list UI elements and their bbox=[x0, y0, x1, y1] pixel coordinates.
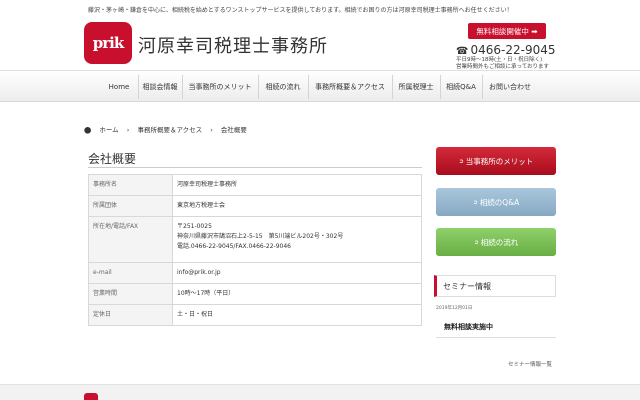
divider bbox=[436, 337, 556, 338]
nav-item-qa[interactable]: 相続Q&A bbox=[440, 71, 482, 103]
seminar-list-link[interactable]: セミナー情報一覧 bbox=[508, 360, 552, 368]
row-label: 定休日 bbox=[88, 304, 173, 326]
table-row: 所在地/電話/FAX 〒251-0025 神奈川県藤沢市鵠沼石上2-5-15 第… bbox=[88, 216, 422, 263]
top-bar: 藤沢・茅ヶ崎・鎌倉を中心に、相続税を始めとするワンストップサービスを提供しており… bbox=[0, 0, 640, 16]
flow-button[interactable]: ➲ 相続の流れ bbox=[436, 228, 556, 256]
breadcrumb-home[interactable]: ホーム bbox=[99, 126, 118, 134]
arrow-right-icon: ➲ bbox=[458, 157, 464, 165]
company-info-table: 事務所名 河原幸司税理士事務所 所属団体 東京地方税理士会 所在地/電話/FAX… bbox=[88, 174, 422, 326]
title-underline bbox=[88, 167, 422, 168]
page-title: 会社概要 bbox=[88, 152, 137, 166]
hours-line-1: 平日9時〜18時(土・日・祝日除く) bbox=[456, 57, 543, 63]
free-consultation-button[interactable]: 無料相談開催中 ➡ bbox=[468, 23, 546, 39]
main-nav: Home 相談会情報 当事務所のメリット 相続の流れ 事務所概要＆アクセス 所属… bbox=[0, 70, 640, 102]
table-row: 事務所名 河原幸司税理士事務所 bbox=[88, 174, 422, 196]
table-row: e-mail info@prik.or.jp bbox=[88, 262, 422, 284]
row-value: 河原幸司税理士事務所 bbox=[172, 174, 422, 196]
table-row: 営業時間 10時〜17時（平日） bbox=[88, 283, 422, 305]
address: 神奈川県藤沢市鵠沼石上2-5-15 第5川端ビル202号・302号 bbox=[177, 233, 344, 240]
row-label: 所在地/電話/FAX bbox=[88, 216, 173, 263]
row-value: 東京地方税理士会 bbox=[172, 195, 422, 217]
email-link[interactable]: info@prik.or.jp bbox=[172, 262, 422, 284]
table-row: 定休日 土・日・祝日 bbox=[88, 304, 422, 326]
breadcrumb-separator-icon: › bbox=[126, 126, 130, 134]
nav-item-merit[interactable]: 当事務所のメリット bbox=[182, 71, 258, 103]
breadcrumb-separator-icon: › bbox=[210, 126, 213, 134]
seminar-date: 2019年12月01日 bbox=[436, 306, 473, 311]
phone-fax: 電話.0466-22-9045/FAX.0466-22-9046 bbox=[177, 243, 291, 250]
breadcrumb-section[interactable]: 事務所概要＆アクセス bbox=[137, 126, 202, 134]
table-row: 所属団体 東京地方税理士会 bbox=[88, 195, 422, 217]
footer-logo[interactable] bbox=[84, 393, 98, 400]
office-name[interactable]: 河原幸司税理士事務所 bbox=[138, 32, 328, 58]
seminar-heading: セミナー情報 bbox=[434, 275, 556, 297]
nav-item-office-access[interactable]: 事務所概要＆アクセス bbox=[308, 71, 392, 103]
location-pin-icon: ⬤ bbox=[84, 126, 92, 134]
merit-button-label: 当事務所のメリット bbox=[465, 156, 534, 166]
qa-button-label: 相続のQ&A bbox=[479, 197, 520, 207]
site-tagline: 藤沢・茅ヶ崎・鎌倉を中心に、相続税を始めとするワンストップサービスを提供しており… bbox=[88, 7, 513, 14]
business-hours: 平日9時〜18時(土・日・祝日除く) 営業時間外もご相談に承っております bbox=[456, 57, 549, 71]
row-label: 所属団体 bbox=[88, 195, 173, 217]
row-value: 〒251-0025 神奈川県藤沢市鵠沼石上2-5-15 第5川端ビル202号・3… bbox=[172, 216, 422, 263]
site-logo[interactable]: prik bbox=[84, 22, 132, 64]
nav-item-consult-info[interactable]: 相談会情報 bbox=[138, 71, 182, 103]
phone-text: 0466-22-9045 bbox=[470, 43, 556, 57]
row-label: 営業時間 bbox=[88, 283, 173, 305]
phone-number: ☎ 0466-22-9045 bbox=[456, 43, 555, 57]
merit-button[interactable]: ➲ 当事務所のメリット bbox=[436, 147, 556, 175]
row-value: 10時〜17時（平日） bbox=[172, 283, 422, 305]
row-label: e-mail bbox=[88, 262, 173, 284]
nav-item-flow[interactable]: 相続の流れ bbox=[258, 71, 308, 103]
logo-text: prik bbox=[92, 34, 125, 52]
arrow-right-icon: ➲ bbox=[472, 198, 478, 206]
flow-button-label: 相続の流れ bbox=[480, 237, 519, 247]
row-value: 土・日・祝日 bbox=[172, 304, 422, 326]
nav-item-tax-accountants[interactable]: 所属税理士 bbox=[392, 71, 440, 103]
seminar-item-link[interactable]: 無料相談実施中 bbox=[444, 322, 493, 332]
postal-code: 〒251-0025 bbox=[177, 223, 212, 230]
arrow-right-icon: ➲ bbox=[473, 238, 479, 246]
breadcrumb-current: 会社概要 bbox=[220, 126, 247, 134]
nav-item-home[interactable]: Home bbox=[100, 71, 138, 103]
phone-icon: ☎ bbox=[456, 46, 469, 57]
qa-button[interactable]: ➲ 相続のQ&A bbox=[436, 188, 556, 216]
breadcrumb: ⬤ ホーム › 事務所概要＆アクセス › 会社概要 bbox=[84, 124, 253, 134]
nav-item-contact[interactable]: お問い合わせ bbox=[482, 71, 538, 103]
row-label: 事務所名 bbox=[88, 174, 173, 196]
